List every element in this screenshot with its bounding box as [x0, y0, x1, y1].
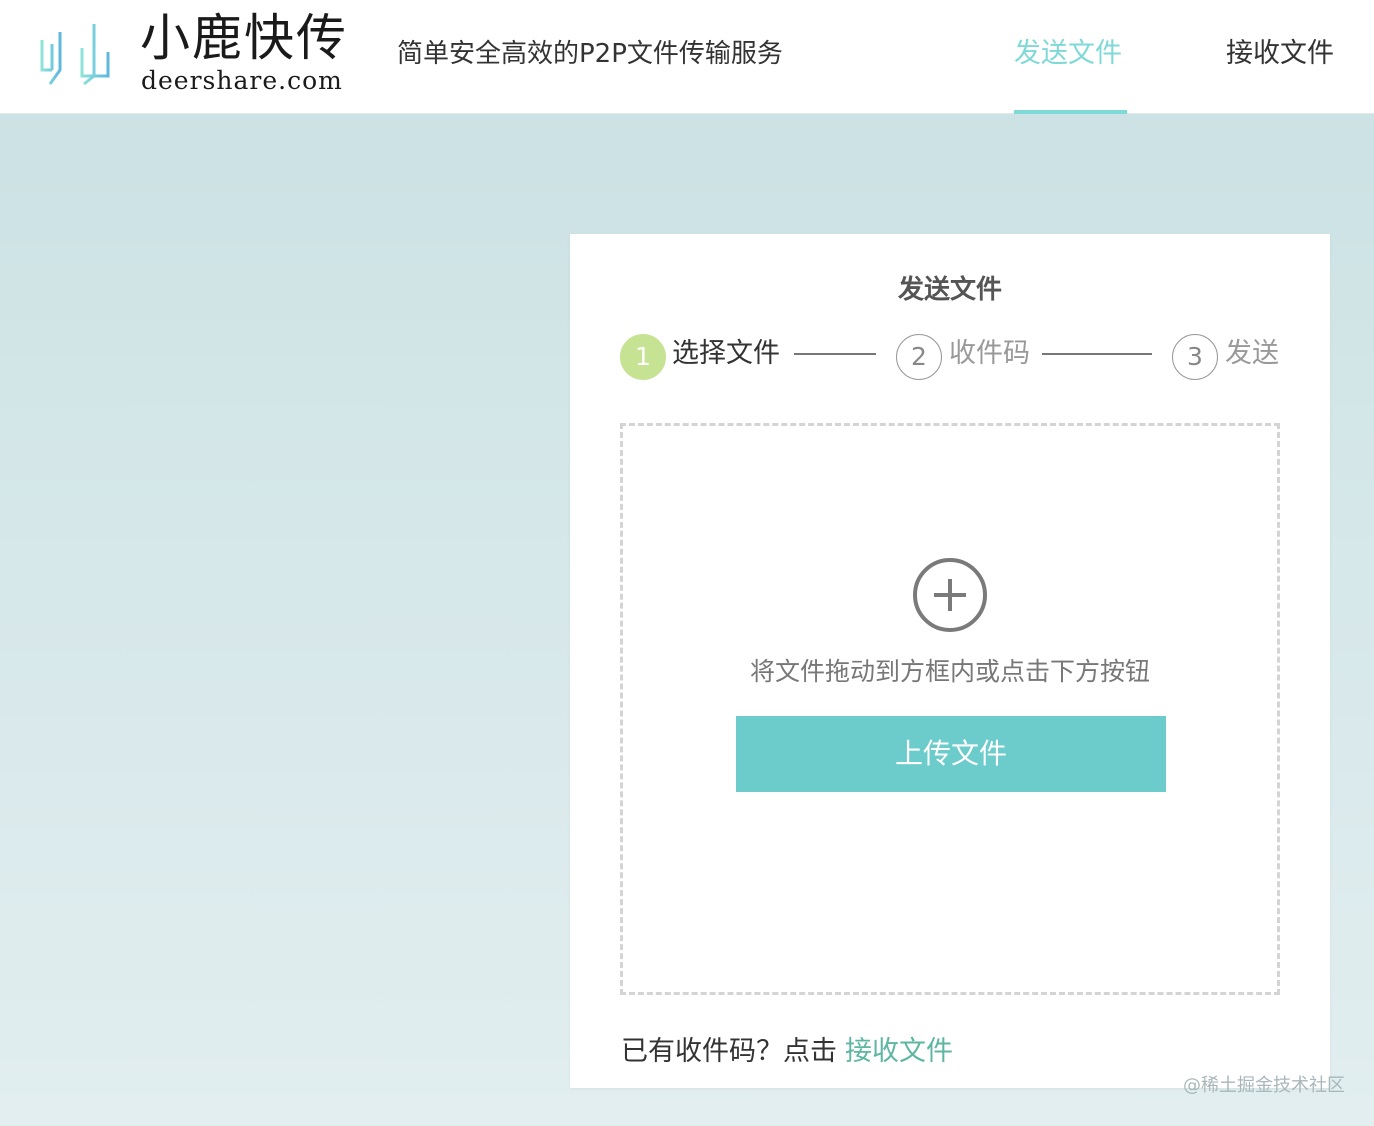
nav-tab-receive-file[interactable]: 接收文件 — [1226, 36, 1334, 72]
receive-prompt-text: 已有收件码？点击 — [621, 1036, 837, 1067]
site-slogan: 简单安全高效的P2P文件传输服务 — [397, 39, 783, 69]
receive-prompt: 已有收件码？点击 接收文件 — [621, 1033, 953, 1071]
step-3-label: 发送 — [1225, 338, 1279, 369]
step-connector — [1042, 353, 1152, 355]
step-3-circle: 3 — [1172, 334, 1218, 380]
upload-file-button[interactable]: 上传文件 — [736, 716, 1166, 792]
receive-file-link[interactable]: 接收文件 — [845, 1036, 953, 1067]
file-dropzone[interactable] — [620, 423, 1280, 995]
logo-text-cn: 小鹿快传 — [140, 9, 348, 67]
plus-circle-icon[interactable] — [912, 557, 988, 633]
card-title: 发送文件 — [897, 275, 1002, 305]
dropzone-hint: 将文件拖动到方框内或点击下方按钮 — [749, 657, 1150, 686]
step-1-label: 选择文件 — [672, 338, 780, 369]
nav-tab-send-file[interactable]: 发送文件 — [1014, 36, 1122, 72]
step-2-circle: 2 — [896, 334, 942, 380]
logo-text-en: deershare.com — [141, 66, 343, 95]
watermark: @稀土掘金技术社区 — [1183, 1075, 1345, 1096]
top-header: 小鹿快传 deershare.com 简单安全高效的P2P文件传输服务 发送文件… — [0, 0, 1374, 114]
step-2-label: 收件码 — [949, 338, 1030, 369]
step-connector — [794, 353, 876, 355]
step-1-circle: 1 — [620, 334, 666, 380]
logo-mountain-icon — [40, 24, 124, 86]
active-tab-indicator — [1014, 110, 1127, 114]
